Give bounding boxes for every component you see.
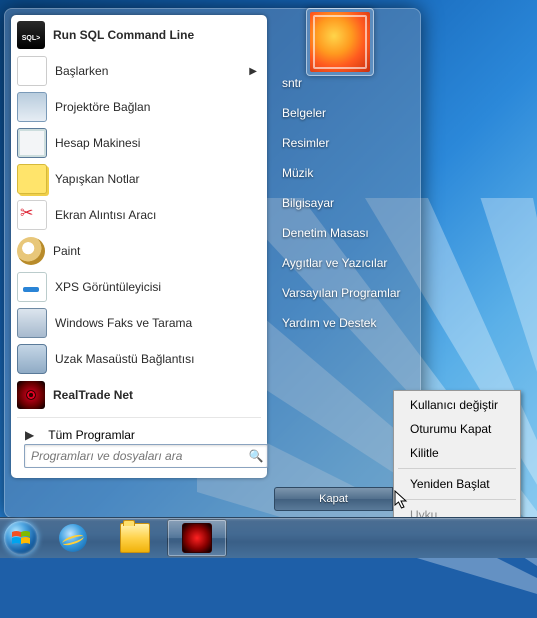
right-panel-item-2[interactable]: Resimler (274, 128, 419, 158)
program-label: Yapışkan Notlar (55, 172, 261, 186)
sticky-notes-icon (17, 164, 47, 194)
program-label: Run SQL Command Line (53, 28, 261, 42)
all-programs-label: Tüm Programlar (48, 428, 135, 442)
search-input[interactable] (25, 446, 245, 466)
start-menu: Run SQL Command LineBaşlarken▶Projektöre… (4, 8, 421, 518)
program-item-0[interactable]: Run SQL Command Line (11, 17, 267, 53)
program-label: Hesap Makinesi (55, 136, 261, 150)
context-menu-item[interactable]: Kilitle (396, 441, 518, 465)
program-list: Run SQL Command Line Başlarken▶ Projektöre… (11, 15, 267, 415)
right-panel-item-1[interactable]: Belgeler (274, 98, 419, 128)
taskbar-ie-button[interactable] (43, 519, 103, 557)
paint-icon (17, 237, 45, 265)
program-item-2[interactable]: Projektöre Bağlan (11, 89, 267, 125)
program-item-8[interactable]: Windows Faks ve Tarama (11, 305, 267, 341)
search-icon: 🔍 (245, 449, 267, 463)
separator (398, 499, 516, 500)
program-item-9[interactable]: Uzak Masaüstü Bağlantısı (11, 341, 267, 377)
right-panel-item-4[interactable]: Bilgisayar (274, 188, 419, 218)
start-menu-right-panel: sntrBelgelerResimlerMüzikBilgisayarDenet… (274, 68, 419, 338)
program-label: Uzak Masaüstü Bağlantısı (55, 352, 261, 366)
program-label: Windows Faks ve Tarama (55, 316, 261, 330)
submenu-arrow-icon: ▶ (249, 66, 257, 77)
user-avatar-frame[interactable] (306, 8, 374, 76)
snipping-tool-icon (17, 200, 47, 230)
taskbar (0, 517, 537, 558)
context-menu-item[interactable]: Kullanıcı değiştir (396, 393, 518, 417)
search-row: 🔍 (18, 441, 274, 471)
right-panel-item-5[interactable]: Denetim Masası (274, 218, 419, 248)
program-item-7[interactable]: XPS Görüntüleyicisi (11, 269, 267, 305)
program-label: Paint (53, 244, 261, 258)
realtrade-icon (17, 381, 45, 409)
fax-scan-icon (17, 308, 47, 338)
separator (17, 417, 261, 418)
right-panel-item-7[interactable]: Varsayılan Programlar (274, 278, 419, 308)
right-panel-item-3[interactable]: Müzik (274, 158, 419, 188)
shutdown-button[interactable]: Kapat (274, 487, 392, 511)
remote-desktop-icon (17, 344, 47, 374)
projector-icon (17, 92, 47, 122)
taskbar-explorer-button[interactable] (105, 519, 165, 557)
program-label: XPS Görüntüleyicisi (55, 280, 261, 294)
folder-icon (120, 523, 150, 553)
program-item-10[interactable]: RealTrade Net (11, 377, 267, 413)
program-label: RealTrade Net (53, 388, 261, 402)
program-label: Ekran Alıntısı Aracı (55, 208, 261, 222)
getting-started-icon (17, 56, 47, 86)
taskbar-realtrade-button[interactable] (167, 519, 227, 557)
realtrade-icon (182, 523, 212, 553)
program-item-4[interactable]: Yapışkan Notlar (11, 161, 267, 197)
internet-explorer-icon (59, 524, 87, 552)
right-panel-item-8[interactable]: Yardım ve Destek (274, 308, 419, 338)
right-panel-item-0[interactable]: sntr (274, 68, 419, 98)
calculator-icon (17, 128, 47, 158)
sql-icon (17, 21, 45, 49)
user-avatar (310, 12, 370, 72)
shutdown-context-menu: Kullanıcı değiştirOturumu KapatKilitle Ye… (393, 390, 521, 530)
program-item-5[interactable]: Ekran Alıntısı Aracı (11, 197, 267, 233)
xps-viewer-icon (17, 272, 47, 302)
program-label: Projektöre Bağlan (55, 100, 261, 114)
program-item-3[interactable]: Hesap Makinesi (11, 125, 267, 161)
context-menu-item[interactable]: Oturumu Kapat (396, 417, 518, 441)
windows-orb-icon (4, 521, 38, 555)
start-menu-left-panel: Run SQL Command LineBaşlarken▶Projektöre… (11, 15, 267, 478)
program-label: Başlarken (55, 64, 249, 78)
program-item-6[interactable]: Paint (11, 233, 267, 269)
search-box[interactable]: 🔍 (24, 444, 268, 468)
right-panel-item-6[interactable]: Aygıtlar ve Yazıcılar (274, 248, 419, 278)
chevron-right-icon: ▶ (25, 428, 34, 442)
program-item-1[interactable]: Başlarken▶ (11, 53, 267, 89)
context-menu-item[interactable]: Yeniden Başlat (396, 472, 518, 496)
start-button[interactable] (0, 518, 42, 558)
separator (398, 468, 516, 469)
